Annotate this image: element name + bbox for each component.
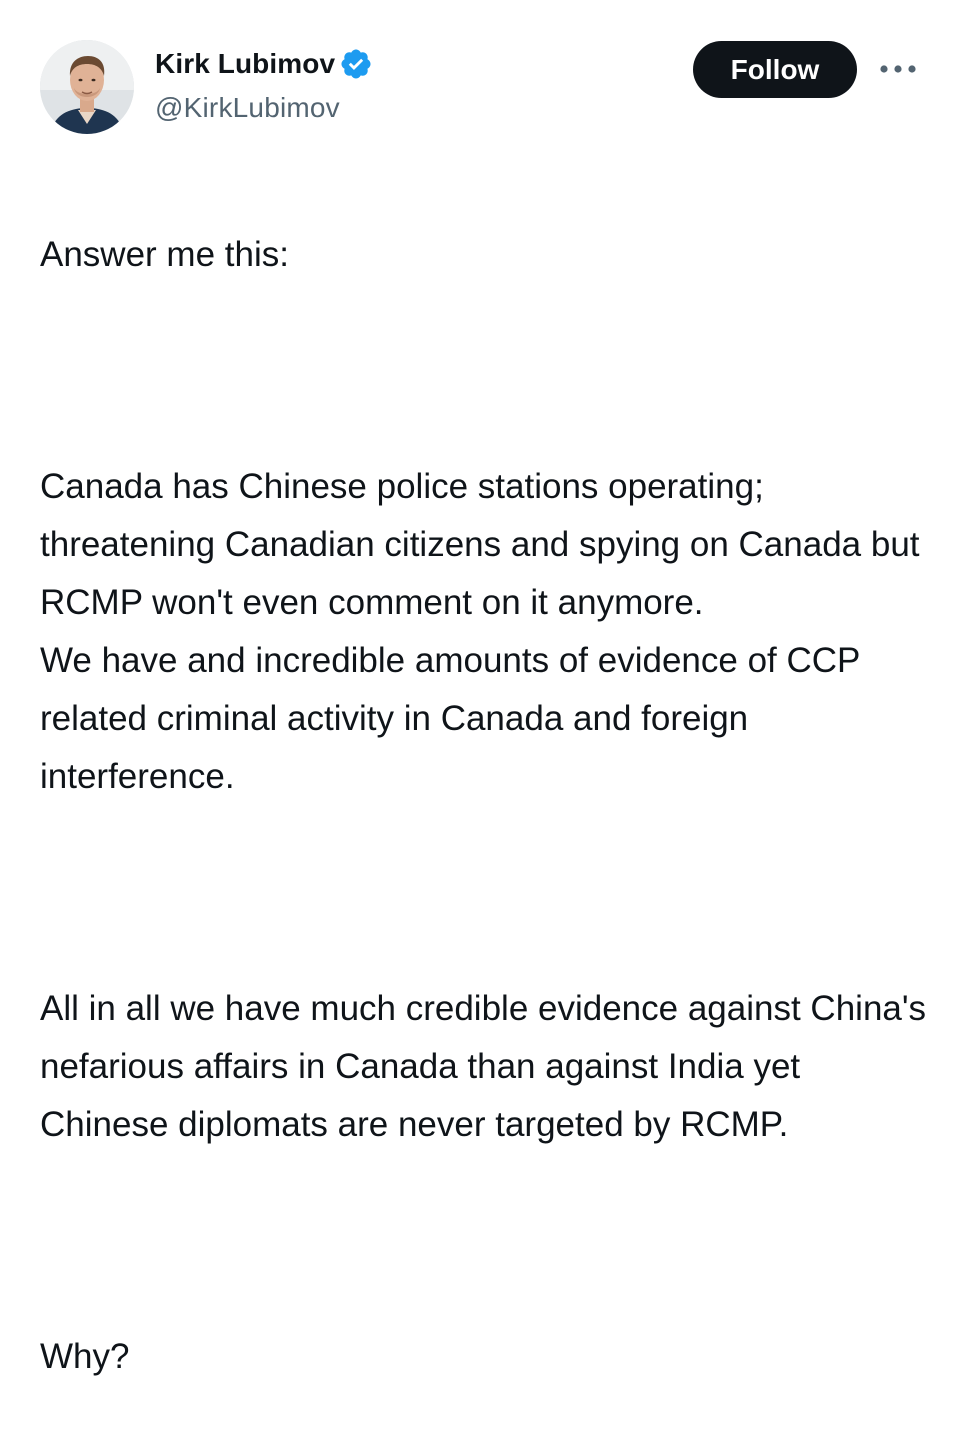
author-name-row: Kirk Lubimov	[155, 44, 373, 84]
author-handle[interactable]: @KirkLubimov	[155, 92, 373, 124]
avatar[interactable]	[40, 40, 134, 134]
follow-button[interactable]: Follow	[693, 41, 857, 98]
tweet-paragraph: Canada has Chinese police stations opera…	[40, 467, 920, 796]
author-display-name[interactable]: Kirk Lubimov	[155, 48, 335, 80]
tweet-paragraph: Why?	[40, 1337, 130, 1376]
tweet-paragraph: All in all we have much credible evidenc…	[40, 989, 927, 1144]
tweet-paragraph: Answer me this:	[40, 235, 289, 274]
more-horizontal-icon[interactable]	[876, 58, 920, 80]
author-info: Kirk Lubimov @KirkLubimov	[155, 44, 373, 124]
tweet-card: Kirk Lubimov @KirkLubimov Follow Answer …	[0, 0, 959, 1376]
avatar-image	[40, 40, 134, 134]
tweet-text: Answer me this: Canada has Chinese polic…	[40, 168, 930, 1444]
verified-badge-icon	[339, 47, 373, 81]
